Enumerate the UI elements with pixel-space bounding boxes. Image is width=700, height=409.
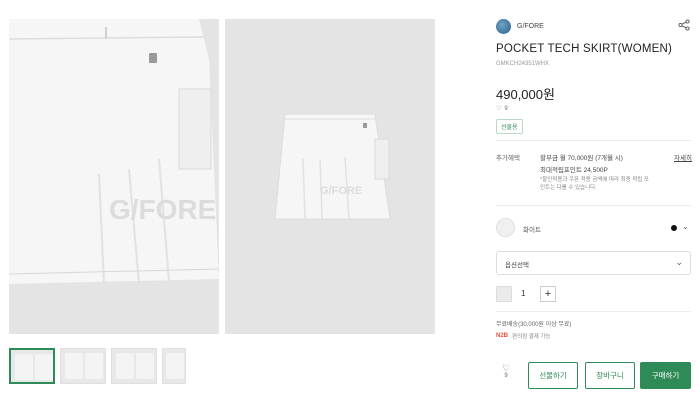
- thumb-image-left: [116, 353, 134, 379]
- svg-text:G/FORE: G/FORE: [320, 185, 362, 197]
- thumbnail-strip: [9, 348, 186, 384]
- payment-text: 편의점 결제 가능: [512, 334, 551, 340]
- thumb-image-right: [136, 353, 154, 379]
- chevron-down-icon[interactable]: ⌄: [682, 222, 689, 231]
- divider: [496, 205, 691, 206]
- product-back-image[interactable]: G/FORE: [225, 19, 435, 334]
- like-count[interactable]: ♡ 9: [496, 105, 508, 113]
- wishlist-count: 9: [504, 373, 508, 379]
- thumb-image-left: [65, 353, 83, 379]
- skirt-closeup-illustration: G/FORE: [9, 19, 219, 334]
- thumb-image-right: [35, 354, 53, 380]
- product-sku: GMKCH24351WHX: [496, 61, 550, 67]
- brand-logo: [496, 19, 511, 34]
- quantity-value[interactable]: 1: [521, 289, 525, 298]
- installment-info: 할부금 월 70,000원 (7개월 시): [540, 155, 623, 162]
- product-title: POCKET TECH SKIRT(WOMEN): [496, 43, 673, 55]
- buy-now-button[interactable]: 구매하기: [640, 362, 691, 389]
- share-icon[interactable]: [678, 19, 690, 31]
- skirt-full-illustration: G/FORE: [225, 19, 435, 334]
- divider: [496, 140, 691, 141]
- divider: [496, 311, 691, 312]
- like-count-value: 9: [504, 105, 508, 112]
- thumb-image-left: [15, 354, 33, 380]
- svg-text:G/FORE: G/FORE: [109, 194, 216, 225]
- benefit-detail-link[interactable]: 자세히: [674, 152, 692, 162]
- color-swatch[interactable]: [496, 218, 515, 237]
- quantity-minus-button[interactable]: [496, 286, 512, 302]
- brand-row[interactable]: G/FORE: [496, 19, 544, 34]
- product-info-panel: G/FORE POCKET TECH SKIRT(WOMEN) GMKCH243…: [496, 0, 696, 409]
- quantity-plus-button[interactable]: +: [540, 286, 556, 302]
- option-select-label: 옵션선택: [505, 262, 529, 269]
- benefit-label: 추가혜택: [496, 155, 520, 162]
- chevron-down-icon: ⌄: [675, 257, 683, 267]
- points-info: 최대적립포인트 24,500P: [540, 167, 608, 174]
- add-to-cart-button[interactable]: 장바구니: [585, 362, 635, 389]
- payment-info: N2B 편의점 결제 가능: [496, 332, 551, 340]
- benefit-note: *할인적용과 쿠폰 적용 금액에 따라 최종 적립 포인트는 다를 수 있습니다…: [540, 177, 649, 191]
- selected-color-dot[interactable]: [671, 225, 677, 231]
- product-price: 490,000원: [496, 87, 555, 102]
- thumb-image-left: [166, 353, 184, 379]
- wishlist-button[interactable]: ♡ 9: [502, 363, 511, 380]
- color-name: 화이트: [523, 227, 541, 234]
- thumbnail-3[interactable]: [111, 348, 157, 384]
- gift-button[interactable]: 선물하기: [528, 362, 578, 389]
- shipping-info: 무료배송(30,000원 이상 무료): [496, 322, 572, 328]
- option-select[interactable]: 옵션선택 ⌄: [496, 251, 691, 275]
- product-main-image[interactable]: G/FORE: [9, 19, 219, 334]
- product-page: G/FORE G/FORE G/FORE POCKET TECH SKIRT(W…: [0, 0, 700, 409]
- brand-name: G/FORE: [517, 23, 544, 30]
- thumbnail-2[interactable]: [60, 348, 106, 384]
- thumbnail-1[interactable]: [9, 348, 55, 384]
- thumb-image-right: [85, 353, 103, 379]
- thumbnail-4[interactable]: [162, 348, 186, 384]
- gift-badge: 선물용: [496, 119, 523, 134]
- heart-icon: ♡: [502, 363, 511, 373]
- heart-icon: ♡: [496, 106, 502, 112]
- payment-logo: N2B: [496, 333, 509, 339]
